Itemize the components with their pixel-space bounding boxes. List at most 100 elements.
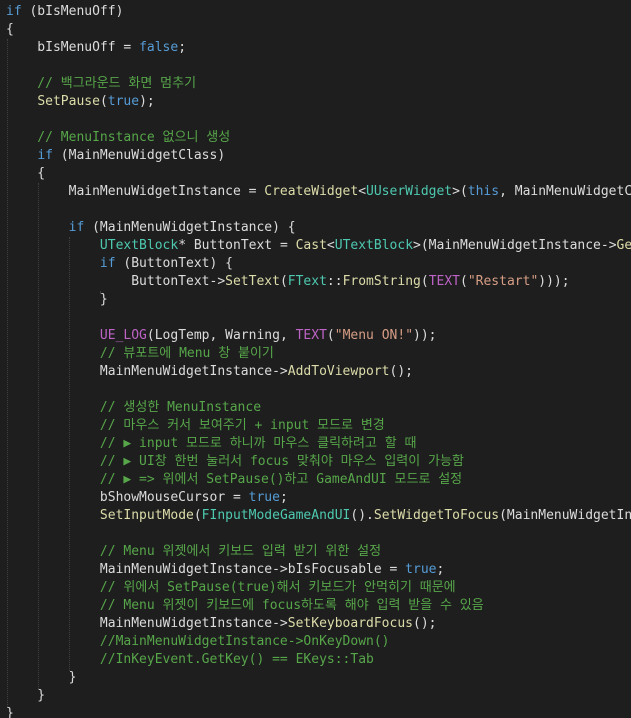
code-line[interactable]: // 백그라운드 화면 멈추기 xyxy=(6,75,196,93)
code-line[interactable]: { xyxy=(6,21,14,39)
code-token: } xyxy=(6,670,77,685)
code-line[interactable]: //MainMenuWidgetInstance->OnKeyDown() xyxy=(6,633,390,651)
code-line[interactable]: // 마우스 커서 보여주기 + input 모드로 변경 xyxy=(6,417,385,435)
code-token: MainMenuWidgetInstance-> xyxy=(6,616,288,631)
code-token: ))); xyxy=(538,274,570,289)
code-line[interactable]: bIsMenuOff = false; xyxy=(6,39,186,57)
code-token: bShowMouseCursor = xyxy=(6,490,249,505)
code-line[interactable]: MainMenuWidgetInstance->bIsFocusable = t… xyxy=(6,561,444,579)
code-token: SetKeyboardFocus xyxy=(287,616,413,631)
code-token: ButtonText-> xyxy=(6,274,226,289)
code-token: (LogTemp, Warning, xyxy=(146,328,296,343)
code-token: { xyxy=(6,22,14,37)
code-token: // 마우스 커서 보여주기 + input 모드로 변경 xyxy=(6,418,385,433)
code-token: true xyxy=(107,94,140,109)
code-token: { xyxy=(6,166,46,181)
code-token: "Restart" xyxy=(467,274,539,289)
code-token: ( xyxy=(193,508,202,523)
code-token: UTextBlock xyxy=(99,238,179,253)
code-token: (MainMenuWidgetInstance) { xyxy=(84,220,296,235)
code-token: if xyxy=(6,4,22,19)
code-token: // 위에서 SetPause(true)해서 키보드가 안먹히기 때문에 xyxy=(6,580,456,595)
code-token: MainMenuWidgetInstance-> xyxy=(6,364,288,379)
code-token: >(MainMenuWidgetInstance-> xyxy=(413,238,617,253)
code-line[interactable]: { xyxy=(6,165,45,183)
code-line[interactable]: ButtonText->SetText(FText::FromString(TE… xyxy=(6,273,570,291)
code-token: * ButtonText = xyxy=(178,238,296,253)
code-token: (MainMenuWidgetClass) xyxy=(52,148,226,163)
code-line[interactable]: } xyxy=(6,705,14,718)
code-token: , MainMenuWidgetClass); xyxy=(499,184,631,199)
code-line[interactable]: // Menu 위젯이 키보드에 focus하도록 해야 입력 받을 수 있음 xyxy=(6,597,484,615)
code-line[interactable]: if (MainMenuWidgetInstance) { xyxy=(6,219,296,237)
code-token: ( xyxy=(420,274,429,289)
code-line[interactable]: MainMenuWidgetInstance->AddToViewport(); xyxy=(6,363,413,381)
code-token: //InKeyEvent.GetKey() == EKeys::Tab xyxy=(6,652,374,667)
code-token: ( xyxy=(326,328,335,343)
code-token: // MenuInstance 없으니 생성 xyxy=(6,130,231,145)
code-line[interactable]: // 뷰포트에 Menu 창 붙이기 xyxy=(6,345,274,363)
code-token: (ButtonText) { xyxy=(115,256,233,271)
code-line[interactable]: SetInputMode(FInputModeGameAndUI().SetWi… xyxy=(6,507,631,525)
code-token: < xyxy=(326,238,335,253)
code-token: GetWidgetFromName xyxy=(616,238,631,253)
code-token: ; xyxy=(178,40,187,55)
code-token: (bIsMenuOff) xyxy=(21,4,124,19)
code-token: // Menu 위젯이 키보드에 focus하도록 해야 입력 받을 수 있음 xyxy=(6,598,484,613)
code-line[interactable]: } xyxy=(6,687,45,705)
code-line[interactable]: // MenuInstance 없으니 생성 xyxy=(6,129,230,147)
code-token: // ▶ => 위에서 SetPause()하고 GameAndUI 모드로 설… xyxy=(6,472,463,487)
code-line[interactable]: // ▶ => 위에서 SetPause()하고 GameAndUI 모드로 설… xyxy=(6,471,462,489)
code-token: TEXT xyxy=(428,274,460,289)
code-token: MainMenuWidgetInstance->bIsFocusable = xyxy=(6,562,406,577)
code-line[interactable]: SetPause(true); xyxy=(6,93,155,111)
code-line[interactable]: if (bIsMenuOff) xyxy=(6,3,123,21)
code-token: FInputModeGameAndUI xyxy=(201,508,351,523)
code-token: (MainMenuWidgetInstance->TakeWidget())); xyxy=(499,508,631,523)
code-token: true xyxy=(405,562,437,577)
code-token: if xyxy=(99,256,116,271)
code-line[interactable]: // 위에서 SetPause(true)해서 키보드가 안먹히기 때문에 xyxy=(6,579,456,597)
code-token: (); xyxy=(413,616,437,631)
code-token: ); xyxy=(139,94,155,109)
code-token: bIsMenuOff = xyxy=(6,40,140,55)
code-editor[interactable]: if (bIsMenuOff){ bIsMenuOff = false; // … xyxy=(0,0,631,718)
code-token: :: xyxy=(326,274,343,289)
code-line[interactable]: UE_LOG(LogTemp, Warning, TEXT("Menu ON!"… xyxy=(6,327,437,345)
code-line[interactable]: // 생성한 MenuInstance xyxy=(6,399,261,417)
code-line[interactable]: } xyxy=(6,669,77,687)
code-token: this xyxy=(467,184,500,199)
code-token: } xyxy=(6,706,14,718)
code-token: SetInputMode xyxy=(99,508,194,523)
code-token: // ▶ input 모드로 하니까 마우스 클릭하려고 할 때 xyxy=(6,436,417,451)
code-token: UUserWidget xyxy=(366,184,453,199)
code-line[interactable]: MainMenuWidgetInstance->SetKeyboardFocus… xyxy=(6,615,437,633)
code-token: AddToViewport xyxy=(287,364,390,379)
code-token: SetPause xyxy=(37,94,100,109)
code-line[interactable]: if (ButtonText) { xyxy=(6,255,233,273)
code-line[interactable]: // Menu 위젯에서 키보드 입력 받기 위한 설정 xyxy=(6,543,381,561)
code-line[interactable]: MainMenuWidgetInstance = CreateWidget<UU… xyxy=(6,183,631,201)
code-token: if xyxy=(37,148,53,163)
code-line[interactable]: // ▶ input 모드로 하니까 마우스 클릭하려고 할 때 xyxy=(6,435,417,453)
code-token: false xyxy=(139,40,179,55)
code-token: )); xyxy=(413,328,437,343)
code-line[interactable]: if (MainMenuWidgetClass) xyxy=(6,147,225,165)
code-token: ( xyxy=(460,274,468,289)
code-line[interactable]: UTextBlock* ButtonText = Cast<UTextBlock… xyxy=(6,237,631,255)
code-token: if xyxy=(68,220,85,235)
code-line[interactable]: // ▶ UI창 한번 눌러서 focus 맞춰야 마우스 입력이 가능함 xyxy=(6,453,464,471)
code-token: // 백그라운드 화면 멈추기 xyxy=(6,76,197,91)
code-line[interactable]: } xyxy=(6,291,108,309)
code-token: SetWidgetToFocus xyxy=(373,508,500,523)
code-line[interactable]: bShowMouseCursor = true; xyxy=(6,489,288,507)
code-line[interactable]: //InKeyEvent.GetKey() == EKeys::Tab xyxy=(6,651,374,669)
code-token: CreateWidget xyxy=(264,184,359,199)
code-token: true xyxy=(248,490,280,505)
